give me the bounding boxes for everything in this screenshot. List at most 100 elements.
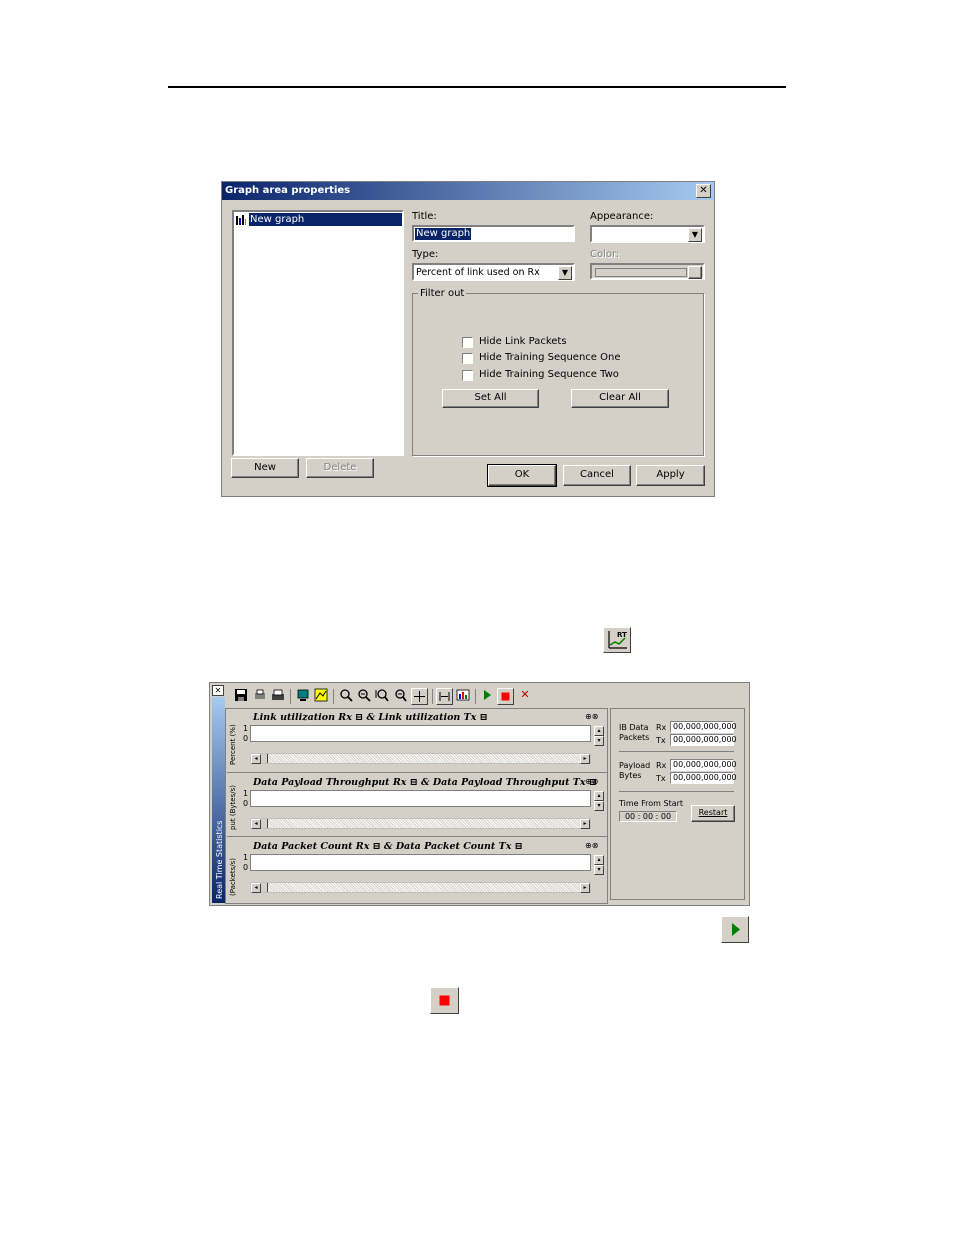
ib-tx-value: 00,000,000,000	[670, 734, 737, 746]
bytes-label: Bytes	[619, 771, 642, 780]
scroll-down-button[interactable]: ▾	[594, 736, 604, 746]
scroll-right-button[interactable]: ▸	[580, 883, 590, 893]
toolbar-separator	[432, 689, 433, 704]
type-select[interactable]: Percent of link used on Rx ▼	[412, 263, 575, 281]
scroll-thumb[interactable]	[261, 819, 268, 828]
rx-label: Rx	[656, 761, 667, 770]
stop-icon[interactable]	[497, 688, 514, 705]
monitor-icon[interactable]	[295, 688, 311, 704]
close-icon[interactable]: ✕	[696, 184, 711, 198]
graph-y-label: put (Bytes/s)	[229, 785, 237, 830]
toolbar-separator	[333, 689, 334, 704]
graph-plot[interactable]	[250, 854, 591, 871]
chevron-down-icon[interactable]: ▼	[688, 228, 702, 242]
clear-icon[interactable]: ✕	[517, 688, 533, 704]
graph-list-item[interactable]: New graph	[235, 213, 402, 226]
clear-all-button[interactable]: Clear All	[571, 389, 669, 408]
svg-text:RT: RT	[617, 631, 627, 639]
graph-y-label: (Packets/s)	[229, 857, 237, 896]
toolbar-separator	[475, 689, 476, 704]
stats-panel: IB Data Packets Rx Tx 00,000,000,000 00,…	[610, 708, 745, 900]
scroll-left-button[interactable]: ◂	[251, 883, 261, 893]
restart-button[interactable]: Restart	[691, 805, 735, 822]
graph-ymax: 1	[243, 789, 249, 798]
apply-button[interactable]: Apply	[636, 465, 705, 486]
play-icon[interactable]	[721, 916, 749, 943]
payload-tx-value: 00,000,000,000	[670, 772, 737, 784]
hide-training-sequence-two-checkbox[interactable]	[462, 370, 473, 381]
scroll-up-button[interactable]: ▴	[594, 791, 604, 801]
crosshair-icon[interactable]	[411, 688, 428, 705]
graph-divider	[227, 772, 607, 773]
graph-title: Data Payload Throughput Rx ⊟ & Data Payl…	[253, 777, 597, 788]
graph-options-icon[interactable]: ⊕⊗	[585, 841, 598, 850]
zoom-reset-icon[interactable]	[392, 688, 408, 704]
ok-button[interactable]: OK	[487, 464, 557, 487]
scroll-down-button[interactable]: ▾	[594, 865, 604, 875]
checkbox-label: Hide Training Sequence One	[479, 352, 621, 363]
scroll-thumb[interactable]	[261, 883, 268, 892]
graph-ymin: 0	[243, 799, 249, 808]
cancel-button[interactable]: Cancel	[563, 465, 631, 486]
scroll-left-button[interactable]: ◂	[251, 819, 261, 829]
graph-icon[interactable]: RT	[603, 627, 631, 653]
close-icon[interactable]: ✕	[212, 685, 224, 696]
set-all-button[interactable]: Set All	[442, 389, 539, 408]
horizontal-scrollbar[interactable]: ◂ ▸	[250, 882, 591, 893]
chevron-down-icon[interactable]: ▼	[558, 266, 572, 280]
zoom-out-icon[interactable]	[356, 688, 372, 704]
toolbar-separator	[290, 689, 291, 704]
scroll-thumb[interactable]	[261, 754, 268, 763]
play-icon[interactable]	[479, 688, 495, 704]
scroll-right-button[interactable]: ▸	[580, 819, 590, 829]
title-label: Title:	[412, 211, 437, 222]
horizontal-scrollbar[interactable]: ◂ ▸	[250, 753, 591, 764]
graph-properties-icon[interactable]	[455, 688, 471, 704]
graph-ymax: 1	[243, 853, 249, 862]
graph-divider	[227, 836, 607, 837]
horizontal-scrollbar[interactable]: ◂ ▸	[250, 818, 591, 829]
real-time-statistics-panel: ✕ Real Time Statistics ✕ Percent (%) Lin…	[209, 682, 750, 906]
chart-settings-icon[interactable]	[313, 688, 329, 704]
graph-y-label: Percent (%)	[229, 724, 237, 765]
tx-label: Tx	[656, 774, 666, 783]
print-preview-icon[interactable]	[252, 688, 268, 704]
stop-icon[interactable]	[430, 987, 459, 1014]
graph-list-item-label: New graph	[249, 213, 402, 226]
payload-rx-value: 00,000,000,000	[670, 759, 737, 771]
graph-row: put (Bytes/s) Data Payload Throughput Rx…	[227, 774, 609, 837]
graph-options-icon[interactable]: ⊕⊗	[585, 777, 598, 786]
scroll-right-button[interactable]: ▸	[580, 754, 590, 764]
time-from-start-label: Time From Start	[619, 799, 684, 808]
zoom-fit-icon[interactable]	[374, 688, 390, 704]
appearance-select[interactable]: ▼	[590, 225, 705, 243]
graph-plot[interactable]	[250, 790, 591, 807]
scroll-up-button[interactable]: ▴	[594, 726, 604, 736]
stats-divider	[619, 751, 734, 752]
dialog-titlebar: Graph area properties ✕	[222, 182, 714, 200]
hide-link-packets-checkbox[interactable]	[462, 337, 473, 348]
header-rule	[168, 86, 786, 88]
scroll-left-button[interactable]: ◂	[251, 754, 261, 764]
graph-options-icon[interactable]: ⊕⊗	[585, 712, 598, 721]
color-label: Color:	[590, 249, 620, 260]
fit-width-icon[interactable]	[436, 688, 453, 705]
ib-data-label: IB Data	[619, 723, 649, 732]
scroll-down-button[interactable]: ▾	[594, 801, 604, 811]
save-icon[interactable]	[233, 688, 249, 704]
new-button[interactable]: New	[231, 458, 299, 478]
print-icon[interactable]	[270, 688, 286, 704]
graph-row: Percent (%) Link utilization Rx ⊟ & Link…	[227, 709, 609, 772]
graph-list[interactable]: New graph	[232, 210, 404, 456]
zoom-in-icon[interactable]	[338, 688, 354, 704]
graph-plot[interactable]	[250, 725, 591, 742]
scroll-up-button[interactable]: ▴	[594, 855, 604, 865]
stats-divider	[619, 791, 734, 792]
checkbox-label: Hide Training Sequence Two	[479, 369, 619, 380]
title-field[interactable]: New graph	[412, 225, 575, 242]
graph-title: Link utilization Rx ⊟ & Link utilization…	[253, 712, 488, 723]
side-title-strip: Real Time Statistics	[212, 697, 225, 903]
title-field-value: New graph	[415, 228, 472, 240]
delete-button: Delete	[306, 458, 374, 478]
hide-training-sequence-one-checkbox[interactable]	[462, 353, 473, 364]
